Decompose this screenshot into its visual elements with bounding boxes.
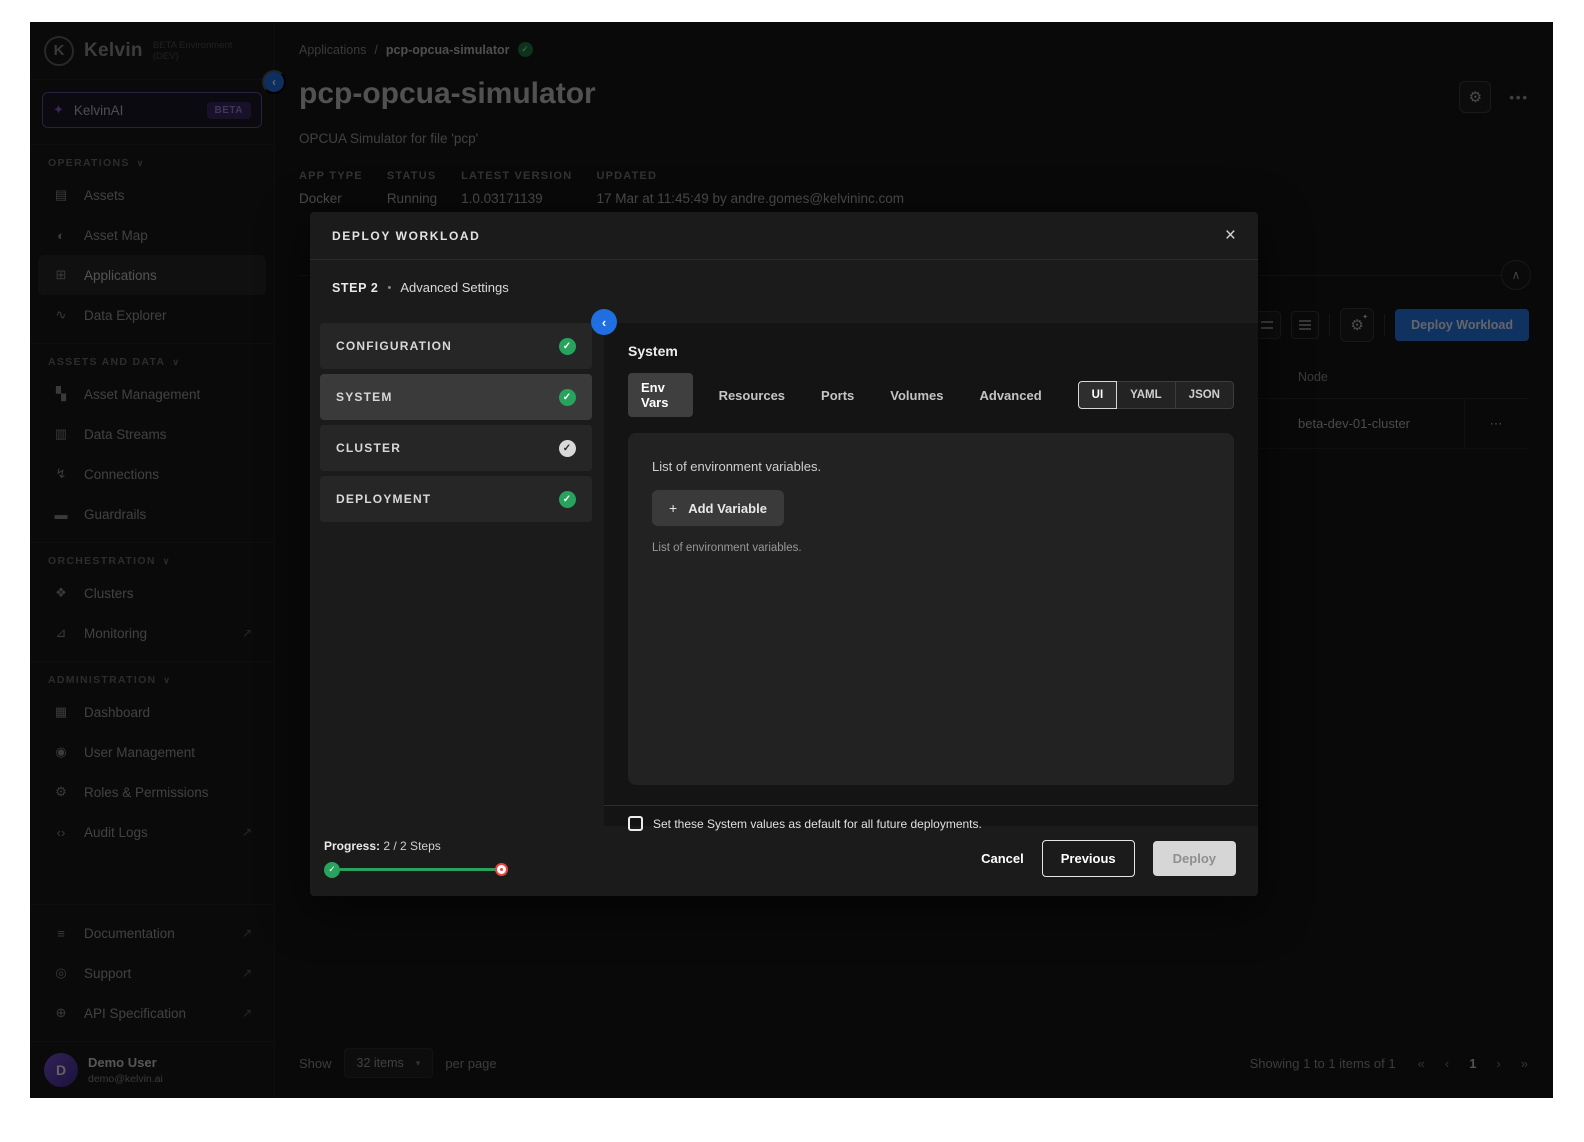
view-mode-yaml[interactable]: YAML <box>1116 381 1176 409</box>
step-indicator: STEP 2 • Advanced Settings <box>310 260 1258 307</box>
add-variable-button[interactable]: + Add Variable <box>652 490 784 526</box>
progress-label: Progress: <box>324 839 380 853</box>
tab-advanced[interactable]: Advanced <box>980 388 1042 403</box>
defaults-checkbox[interactable] <box>628 816 643 831</box>
step-number: STEP 2 <box>332 281 378 295</box>
check-circle-icon: ✓ <box>559 491 576 508</box>
tab-volumes[interactable]: Volumes <box>890 388 943 403</box>
step-card-label: CLUSTER <box>336 441 401 455</box>
env-vars-helper-text: List of environment variables. <box>652 542 1210 554</box>
progress-value: 2 / 2 Steps <box>383 839 440 853</box>
chevron-left-icon: ‹ <box>602 315 606 330</box>
env-vars-description: List of environment variables. <box>652 459 1210 474</box>
tab-resources[interactable]: Resources <box>719 388 785 403</box>
check-circle-pending-icon: ✓ <box>559 440 576 457</box>
progress-done-icon: ✓ <box>324 862 340 878</box>
progress-bar: ✓ <box>324 862 506 878</box>
view-mode-ui[interactable]: UI <box>1078 381 1118 409</box>
modal-title: DEPLOY WORKLOAD <box>332 229 480 243</box>
progress-line <box>340 868 497 871</box>
step-name: Advanced Settings <box>400 280 508 295</box>
tab-env-vars[interactable]: Env Vars <box>628 373 693 417</box>
step-card-cluster[interactable]: CLUSTER ✓ <box>320 425 592 471</box>
env-vars-card: List of environment variables. + Add Var… <box>628 433 1234 785</box>
view-mode-switcher: UI YAML JSON <box>1078 381 1234 409</box>
add-variable-label: Add Variable <box>688 501 767 516</box>
tab-ports[interactable]: Ports <box>821 388 854 403</box>
cancel-button[interactable]: Cancel <box>981 851 1024 866</box>
progress-current-icon <box>497 865 506 874</box>
check-circle-icon: ✓ <box>559 389 576 406</box>
step-card-label: CONFIGURATION <box>336 339 452 353</box>
app-window: K Kelvin BETA Environment (DEV) ✦ Kelvin… <box>30 22 1553 1098</box>
panel-tabs: Env Vars Resources Ports Volumes Advance… <box>628 373 1234 417</box>
defaults-checkbox-label: Set these System values as default for a… <box>653 817 982 831</box>
view-mode-json[interactable]: JSON <box>1175 381 1234 409</box>
step-card-system[interactable]: SYSTEM ✓ <box>320 374 592 420</box>
check-circle-icon: ✓ <box>559 338 576 355</box>
step-card-deployment[interactable]: DEPLOYMENT ✓ <box>320 476 592 522</box>
close-icon[interactable]: × <box>1225 226 1236 245</box>
panel-title: System <box>628 343 1234 359</box>
progress-block: Progress: 2 / 2 Steps ✓ <box>324 839 506 878</box>
step-card-configuration[interactable]: CONFIGURATION ✓ <box>320 323 592 369</box>
previous-button[interactable]: Previous <box>1042 840 1135 877</box>
modal-steps-list: CONFIGURATION ✓ SYSTEM ✓ CLUSTER ✓ DEPLO… <box>310 307 604 826</box>
deploy-button[interactable]: Deploy <box>1153 841 1236 876</box>
step-card-label: DEPLOYMENT <box>336 492 431 506</box>
bullet-icon: • <box>387 282 391 294</box>
deploy-workload-modal: DEPLOY WORKLOAD × STEP 2 • Advanced Sett… <box>310 212 1258 896</box>
system-panel: System Env Vars Resources Ports Volumes … <box>604 323 1258 826</box>
plus-icon: + <box>669 500 677 516</box>
step-card-label: SYSTEM <box>336 390 393 404</box>
defaults-checkbox-row: Set these System values as default for a… <box>604 806 1258 843</box>
panel-collapse-button[interactable]: ‹ <box>591 309 617 335</box>
